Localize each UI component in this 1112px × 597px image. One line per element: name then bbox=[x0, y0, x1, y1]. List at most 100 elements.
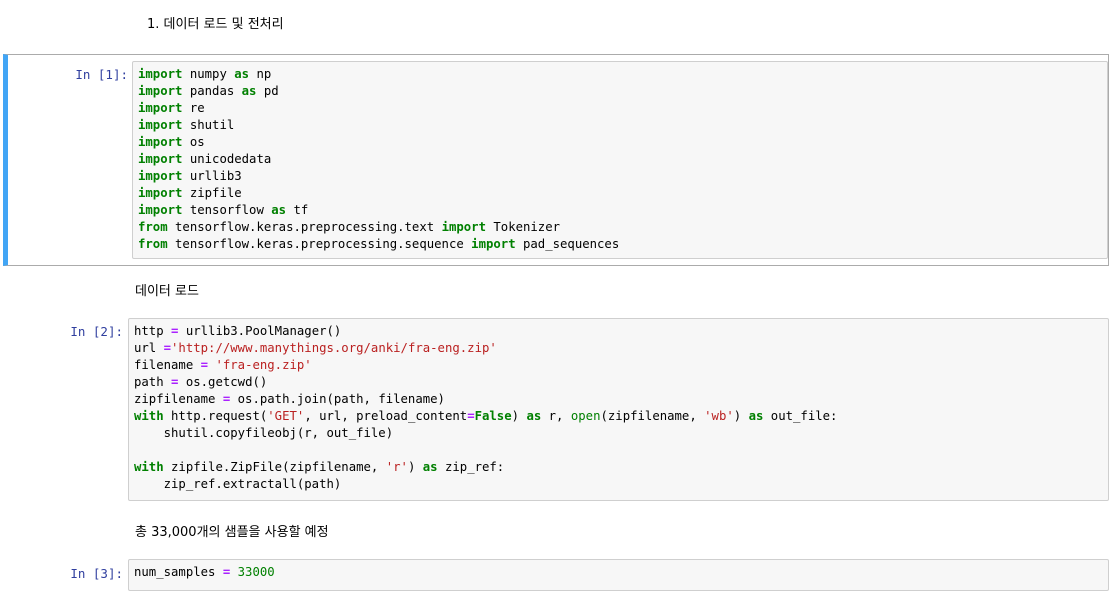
code-token: http.request( bbox=[163, 409, 268, 423]
code-line: url ='http://www.manythings.org/anki/fra… bbox=[134, 340, 1103, 357]
code-token: os bbox=[182, 135, 205, 149]
code-token: (zipfilename, bbox=[600, 409, 705, 423]
code-token: open bbox=[570, 409, 601, 423]
code-token: , url, preload_content bbox=[304, 409, 468, 423]
code-line: filename = 'fra-eng.zip' bbox=[134, 357, 1103, 374]
code-token: shutil.copyfileobj(r, out_file) bbox=[134, 426, 394, 440]
code-token: with bbox=[134, 409, 164, 423]
code-token: pandas bbox=[182, 84, 242, 98]
code-input[interactable]: import numpy as np import pandas as pd imp… bbox=[132, 61, 1108, 259]
code-token: zipfile.ZipFile(zipfilename, bbox=[163, 460, 386, 474]
code-line: from tensorflow.keras.preprocessing.text… bbox=[138, 219, 1102, 236]
code-token: as bbox=[422, 460, 438, 474]
code-token: as bbox=[234, 67, 250, 81]
code-line: import os bbox=[138, 134, 1102, 151]
code-token: 'wb' bbox=[704, 409, 734, 423]
code-token: import bbox=[138, 101, 183, 115]
code-token: tensorflow bbox=[182, 203, 272, 217]
code-token: re bbox=[182, 101, 205, 115]
code-token: shutil bbox=[182, 118, 235, 132]
code-line: import tensorflow as tf bbox=[138, 202, 1102, 219]
code-token: 'http://www.manythings.org/anki/fra-eng.… bbox=[171, 341, 497, 355]
cell-prompt: In [2]: bbox=[70, 324, 123, 339]
code-line: http = urllib3.PoolManager() bbox=[134, 323, 1103, 340]
code-token: 'fra-eng.zip' bbox=[215, 358, 312, 372]
code-token: pd bbox=[256, 84, 279, 98]
code-line: import unicodedata bbox=[138, 151, 1102, 168]
cell-prompt: In [1]: bbox=[75, 67, 128, 82]
code-token: out_file: bbox=[763, 409, 838, 423]
code-line: import re bbox=[138, 100, 1102, 117]
code-token: import bbox=[441, 220, 486, 234]
code-token: import bbox=[138, 169, 183, 183]
code-token: num_samples bbox=[134, 565, 223, 579]
code-token: ) bbox=[511, 409, 527, 423]
code-token: os.getcwd() bbox=[178, 375, 268, 389]
code-token: zipfilename bbox=[134, 392, 223, 406]
code-token: path bbox=[134, 375, 172, 389]
code-token: import bbox=[138, 84, 183, 98]
code-line: import shutil bbox=[138, 117, 1102, 134]
code-input[interactable]: num_samples = 33000 bbox=[128, 559, 1109, 591]
markdown-data-load: 데이터 로드 bbox=[135, 284, 199, 299]
code-token: tensorflow.keras.preprocessing.text bbox=[167, 220, 442, 234]
code-line: import urllib3 bbox=[138, 168, 1102, 185]
code-token: ) bbox=[733, 409, 749, 423]
code-token: as bbox=[241, 84, 257, 98]
code-token: import bbox=[138, 186, 183, 200]
code-token: os.path.join(path, filename) bbox=[230, 392, 445, 406]
code-token: as bbox=[748, 409, 764, 423]
code-token: import bbox=[138, 118, 183, 132]
code-input[interactable]: http = urllib3.PoolManager() url ='http:/… bbox=[128, 318, 1109, 501]
code-cell-1[interactable]: In [1]: import numpy as np import pandas … bbox=[3, 54, 1109, 266]
code-token: with bbox=[134, 460, 164, 474]
code-token: filename bbox=[134, 358, 201, 372]
code-token: Tokenizer bbox=[485, 220, 561, 234]
code-line: shutil.copyfileobj(r, out_file) bbox=[134, 425, 1103, 442]
code-token: unicodedata bbox=[182, 152, 272, 166]
code-token: from bbox=[138, 237, 168, 251]
code-token: import bbox=[138, 152, 183, 166]
code-token: as bbox=[271, 203, 287, 217]
code-line: import zipfile bbox=[138, 185, 1102, 202]
code-token: import bbox=[471, 237, 516, 251]
markdown-samples-note: 총 33,000개의 샘플을 사용할 예정 bbox=[135, 525, 329, 540]
code-token: np bbox=[249, 67, 272, 81]
code-line: with http.request('GET', url, preload_co… bbox=[134, 408, 1103, 425]
code-line: import numpy as np bbox=[138, 66, 1102, 83]
code-token: = bbox=[200, 358, 209, 372]
code-token: import bbox=[138, 135, 183, 149]
markdown-heading: 1. 데이터 로드 및 전처리 bbox=[147, 17, 284, 32]
code-line: import pandas as pd bbox=[138, 83, 1102, 100]
code-line: from tensorflow.keras.preprocessing.sequ… bbox=[138, 236, 1102, 253]
code-token: pad_sequences bbox=[515, 237, 620, 251]
code-token: import bbox=[138, 67, 183, 81]
code-token: from bbox=[138, 220, 168, 234]
code-cell-3[interactable]: In [3]: num_samples = 33000 bbox=[3, 559, 1109, 591]
code-line: num_samples = 33000 bbox=[134, 564, 1103, 581]
code-line: zip_ref.extractall(path) bbox=[134, 476, 1103, 493]
code-token: = bbox=[467, 409, 475, 423]
code-token: urllib3 bbox=[182, 169, 242, 183]
code-token: ) bbox=[407, 460, 423, 474]
code-token: as bbox=[526, 409, 542, 423]
code-token: urllib3.PoolManager() bbox=[178, 324, 342, 338]
code-token: = bbox=[163, 341, 172, 355]
code-line: path = os.getcwd() bbox=[134, 374, 1103, 391]
code-token: 'GET' bbox=[267, 409, 305, 423]
code-token: import bbox=[138, 203, 183, 217]
cell-prompt: In [3]: bbox=[70, 566, 123, 581]
code-line: zipfilename = os.path.join(path, filenam… bbox=[134, 391, 1103, 408]
code-token: 'r' bbox=[385, 460, 408, 474]
code-token: http bbox=[134, 324, 172, 338]
code-line: with zipfile.ZipFile(zipfilename, 'r') a… bbox=[134, 459, 1103, 476]
code-cell-2[interactable]: In [2]: http = urllib3.PoolManager() url … bbox=[3, 318, 1109, 502]
code-token: False bbox=[474, 409, 512, 423]
code-token: numpy bbox=[182, 67, 235, 81]
code-token: zipfile bbox=[182, 186, 242, 200]
code-token: tf bbox=[286, 203, 309, 217]
code-token: r, bbox=[541, 409, 571, 423]
code-token: tensorflow.keras.preprocessing.sequence bbox=[167, 237, 472, 251]
